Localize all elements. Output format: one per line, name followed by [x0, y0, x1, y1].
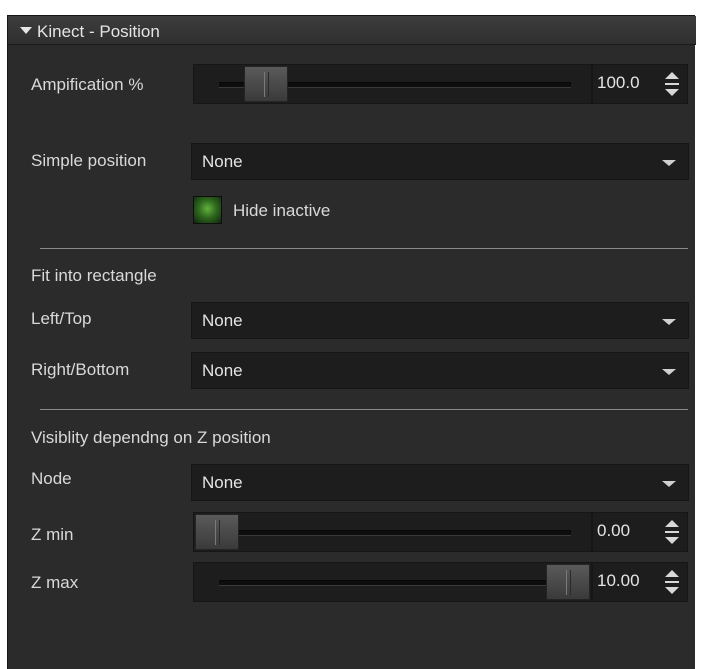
spin-down-icon[interactable] — [665, 537, 679, 544]
spin-down-icon[interactable] — [665, 89, 679, 96]
z-min-label: Z min — [31, 525, 74, 544]
z-section-title: Visiblity dependng on Z position — [31, 428, 271, 447]
fit-section-title: Fit into rectangle — [31, 266, 157, 285]
spin-divider — [665, 83, 679, 85]
right-bottom-label: Right/Bottom — [31, 360, 130, 379]
amplification-spinbox[interactable]: 100.0 — [592, 64, 688, 104]
right-bottom-value: None — [202, 361, 243, 380]
spin-down-icon[interactable] — [665, 587, 679, 594]
hide-inactive-checkbox[interactable] — [193, 196, 222, 224]
z-max-spinbox[interactable]: 10.00 — [592, 562, 688, 602]
kinect-position-panel: Kinect - Position Ampification % 100.0 S… — [7, 15, 696, 669]
z-min-slider[interactable] — [193, 512, 592, 552]
spin-divider — [665, 581, 679, 583]
dropdown-arrow-icon[interactable] — [662, 160, 676, 166]
amplification-label: Ampification % — [31, 75, 144, 94]
slider-track — [219, 580, 571, 586]
right-bottom-dropdown[interactable]: None — [191, 352, 689, 389]
z-max-label: Z max — [31, 573, 79, 592]
amplification-slider[interactable] — [193, 64, 592, 104]
node-value: None — [202, 473, 243, 492]
dropdown-arrow-icon[interactable] — [662, 369, 676, 375]
spin-up-icon[interactable] — [665, 570, 679, 577]
slider-track — [219, 530, 571, 536]
separator — [40, 409, 688, 410]
amplification-value[interactable]: 100.0 — [597, 73, 640, 93]
slider-handle[interactable] — [244, 66, 288, 102]
panel-title: Kinect - Position — [37, 22, 160, 41]
dropdown-arrow-icon[interactable] — [662, 481, 676, 487]
separator — [40, 248, 688, 249]
node-dropdown[interactable]: None — [191, 464, 689, 501]
hide-inactive-label[interactable]: Hide inactive — [233, 201, 330, 221]
dropdown-arrow-icon[interactable] — [662, 319, 676, 325]
slider-handle[interactable] — [546, 564, 590, 600]
simple-position-dropdown[interactable]: None — [191, 143, 689, 180]
z-min-spinbox[interactable]: 0.00 — [592, 512, 688, 552]
spin-up-icon[interactable] — [665, 520, 679, 527]
slider-handle[interactable] — [195, 514, 239, 550]
node-label: Node — [31, 469, 72, 488]
z-max-slider[interactable] — [193, 562, 592, 602]
left-top-value: None — [202, 311, 243, 330]
simple-position-label: Simple position — [31, 151, 147, 170]
left-top-label: Left/Top — [31, 309, 92, 328]
spin-up-icon[interactable] — [665, 72, 679, 79]
spin-divider — [665, 531, 679, 533]
collapse-triangle-icon[interactable] — [20, 27, 32, 34]
z-min-value[interactable]: 0.00 — [597, 521, 630, 541]
panel-header[interactable]: Kinect - Position — [8, 16, 696, 45]
z-max-value[interactable]: 10.00 — [597, 571, 640, 591]
left-top-dropdown[interactable]: None — [191, 302, 689, 339]
simple-position-value: None — [202, 152, 243, 171]
